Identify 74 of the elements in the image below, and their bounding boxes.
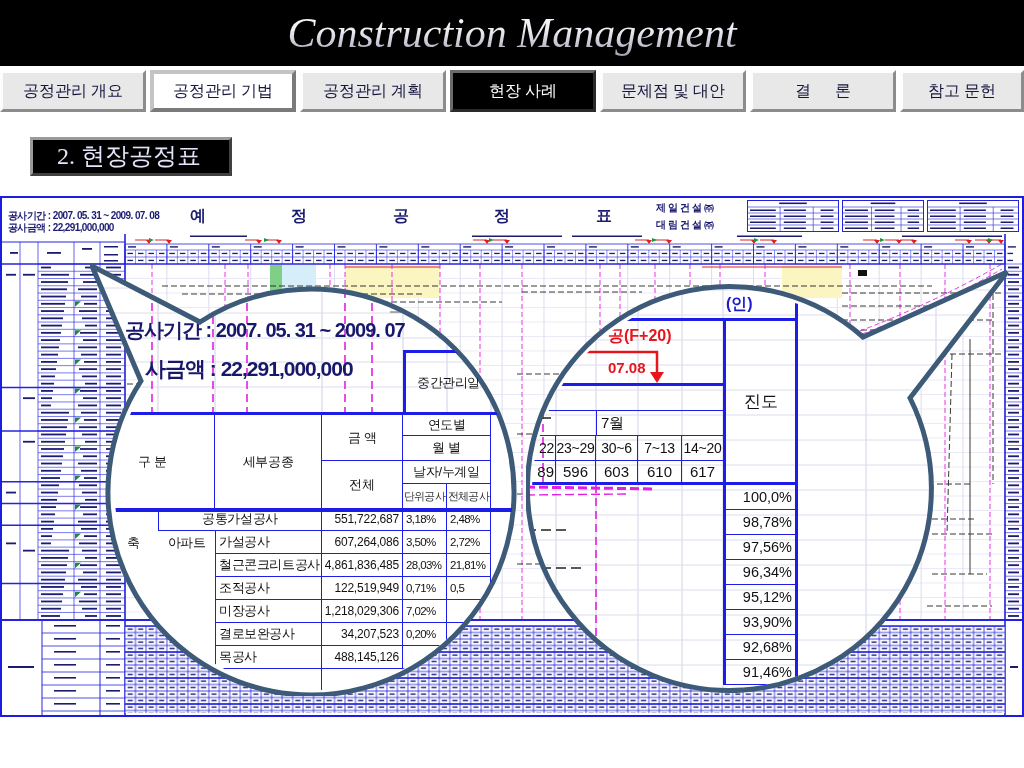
sheet-title: 예 정 공 정 표 xyxy=(190,205,612,226)
day-count: 89 xyxy=(537,463,554,480)
amount-value: 551,722,687 xyxy=(334,512,399,526)
progress-value: 95,12% xyxy=(742,589,792,605)
share-value: 7,02% xyxy=(406,605,436,617)
progress-value: 98,78% xyxy=(742,514,792,530)
amount-value: 34,207,523 xyxy=(340,627,399,641)
week-label: 22 xyxy=(539,440,554,456)
work-type-label: 미장공사 xyxy=(219,602,270,620)
share-value: 21,81% xyxy=(450,559,486,571)
share-value: 0,20% xyxy=(406,628,436,640)
column-header: 진도 xyxy=(743,391,778,413)
share-value: 2,72% xyxy=(450,536,480,548)
amount-value: 1,218,029,306 xyxy=(324,604,399,618)
seal-text: (인) xyxy=(726,293,753,314)
section-heading: 2. 현장공정표 xyxy=(30,137,232,176)
week-label: 30~6 xyxy=(601,440,632,456)
day-count: 617 xyxy=(690,463,715,480)
category-label: 축 xyxy=(127,533,140,552)
period-text: 공사기간 : 2007. 05. 31 ~ 2009. 07 xyxy=(125,320,405,340)
work-type-label: 목공사 xyxy=(219,648,257,666)
day-count: 596 xyxy=(563,463,588,480)
progress-value: 100,0% xyxy=(742,489,792,505)
progress-value: 92,68% xyxy=(742,639,792,655)
progress-value: 97,56% xyxy=(742,539,792,555)
column-header: 단위공사 xyxy=(403,488,446,504)
day-count: 610 xyxy=(647,463,672,480)
share-value: 0,5 xyxy=(450,582,465,594)
day-count: 603 xyxy=(604,463,629,480)
column-header: 구 분 xyxy=(137,452,167,471)
category-label: 아파트 xyxy=(167,533,206,552)
share-value: 3,18% xyxy=(406,513,436,525)
nav-tab[interactable]: 공정관리 개요 xyxy=(0,70,146,112)
share-value: 3,50% xyxy=(406,536,436,548)
week-label: 7~13 xyxy=(644,440,675,456)
work-type-label: 결로보완공사 xyxy=(219,625,295,643)
column-header: 금 액 xyxy=(347,428,377,447)
column-header: 전체공사 xyxy=(447,488,490,504)
work-type-label: 조적공사 xyxy=(219,579,270,597)
nav-tab[interactable]: 결 론 xyxy=(750,70,896,112)
amount-value: 4,861,836,485 xyxy=(324,558,399,572)
progress-value: 91,46% xyxy=(742,664,792,680)
progress-value: 93,90% xyxy=(742,614,792,630)
nav-tab[interactable]: 공정관리 계획 xyxy=(300,70,446,112)
column-header: 중간관리일 xyxy=(417,373,480,392)
nav-tab[interactable]: 현장 사례 xyxy=(450,70,596,112)
company-name: 대림건설㈜ xyxy=(656,219,716,230)
work-type-label: 철근콘크리트공사 xyxy=(219,556,320,574)
progress-value: 96,34% xyxy=(742,564,792,580)
company-name: 제일건설㈜ xyxy=(656,202,716,213)
amount-value: 488,145,126 xyxy=(334,650,399,664)
column-header: 월 별 xyxy=(432,439,461,457)
milestone-label: 공(F+20) xyxy=(608,325,672,346)
nav-tab[interactable]: 공정관리 기법 xyxy=(150,70,296,112)
milestone-date: 07.08 xyxy=(608,358,646,376)
work-type-label: 공통가설공사 xyxy=(202,510,278,528)
share-value: 2,48% xyxy=(450,513,480,525)
amount-text: 사금액 : 22,291,000,000 xyxy=(145,358,353,380)
column-header: 날자/누계일 xyxy=(413,463,480,481)
share-value: 0,71% xyxy=(406,582,436,594)
share-value: 28,03% xyxy=(406,559,442,571)
nav-tab[interactable]: 참고 문헌 xyxy=(900,70,1024,112)
amount-text: 공사금액 : 22,291,000,000 xyxy=(8,222,114,234)
week-label: 14~20 xyxy=(683,440,722,456)
week-label: 23~29 xyxy=(556,440,595,456)
amount-value: 607,264,086 xyxy=(334,535,399,549)
nav-tab[interactable]: 문제점 및 대안 xyxy=(600,70,746,112)
column-header: 연도별 xyxy=(427,416,466,434)
work-type-label: 가설공사 xyxy=(219,533,270,551)
period-text: 공사기간 : 2007. 05. 31 ~ 2009. 07. 08 xyxy=(8,210,160,222)
amount-value: 122,519,949 xyxy=(334,581,399,595)
column-header: 전체 xyxy=(349,475,375,494)
column-header: 세부공종 xyxy=(242,452,294,471)
month-label: 7월 xyxy=(601,413,625,433)
